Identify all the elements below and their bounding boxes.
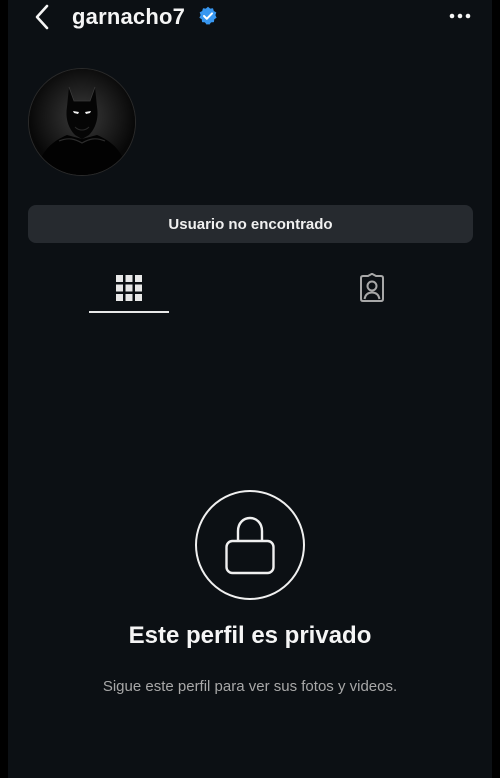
verified-badge-icon bbox=[199, 6, 217, 25]
more-horizontal-icon bbox=[449, 13, 471, 19]
private-lock-circle bbox=[195, 490, 305, 600]
back-button[interactable] bbox=[28, 2, 56, 32]
user-not-found-banner: Usuario no encontrado bbox=[28, 205, 473, 243]
active-tab-indicator bbox=[89, 311, 169, 313]
tab-posts-grid[interactable] bbox=[109, 268, 149, 308]
private-profile-subtitle: Sigue este perfil para ver sus fotos y v… bbox=[102, 678, 398, 695]
profile-username[interactable]: garnacho7 bbox=[72, 4, 185, 30]
chevron-left-icon bbox=[35, 4, 49, 30]
private-profile-title: Este perfil es privado bbox=[128, 622, 372, 649]
avatar[interactable] bbox=[28, 68, 136, 176]
grid-icon bbox=[116, 275, 142, 301]
profile-screen: garnacho7 Usuario no encontrado Este per… bbox=[8, 0, 492, 778]
profile-header: garnacho7 bbox=[8, 0, 492, 34]
more-options-button[interactable] bbox=[442, 4, 478, 28]
tab-tagged[interactable] bbox=[352, 268, 392, 308]
lock-icon bbox=[225, 516, 275, 575]
tagged-person-icon bbox=[360, 273, 384, 302]
batman-avatar bbox=[29, 69, 135, 175]
